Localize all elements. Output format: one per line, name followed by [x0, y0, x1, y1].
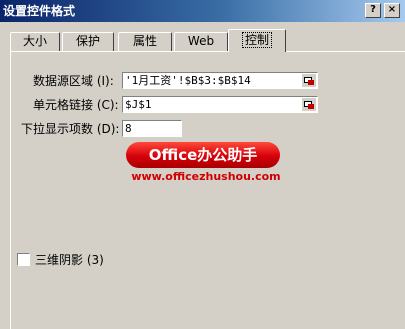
cell-reference-picker-icon[interactable]	[302, 98, 316, 111]
title-bar: 设置控件格式	[0, 0, 405, 22]
tab-size-label: 大小	[22, 34, 47, 48]
tab-properties[interactable]: 属性	[118, 32, 172, 51]
dropdown-lines-input[interactable]: 8	[122, 120, 182, 137]
dropdown-lines-label: 下拉显示项数 (D):	[21, 122, 120, 136]
cell-reference-picker-icon[interactable]	[302, 74, 316, 87]
shading-checkbox[interactable]	[17, 253, 30, 266]
tab-web[interactable]: Web	[174, 32, 228, 51]
brand-logo: Office办公助手	[126, 142, 280, 168]
window-title: 设置控件格式	[3, 4, 76, 18]
help-button[interactable]: ?	[365, 3, 381, 18]
shading-label[interactable]: 三维阴影 (3)	[35, 252, 104, 268]
source-range-input[interactable]: '1月工资'!$B$3:$B$14	[122, 72, 318, 89]
tab-protection-label: 保护	[75, 34, 100, 48]
tab-control-label: 控制	[241, 32, 272, 48]
tab-control[interactable]: 控制	[228, 29, 286, 52]
cell-link-value: $J$1	[125, 98, 152, 111]
tab-strip: 大小 保护 属性 Web 控制	[10, 29, 310, 52]
tab-properties-label: 属性	[132, 34, 157, 48]
tab-size[interactable]: 大小	[10, 32, 60, 51]
control-panel	[10, 51, 405, 329]
cell-link-input[interactable]: $J$1	[122, 96, 318, 113]
close-button[interactable]: ×	[384, 3, 400, 18]
dropdown-lines-value: 8	[125, 122, 132, 135]
source-range-value: '1月工资'!$B$3:$B$14	[125, 74, 251, 87]
brand-url: www.officezhushou.com	[131, 170, 281, 183]
tab-web-label: Web	[187, 34, 215, 48]
source-range-label: 数据源区域 (I):	[33, 74, 114, 88]
cell-link-label: 单元格链接 (C):	[33, 98, 119, 112]
tab-protection[interactable]: 保护	[62, 32, 114, 51]
